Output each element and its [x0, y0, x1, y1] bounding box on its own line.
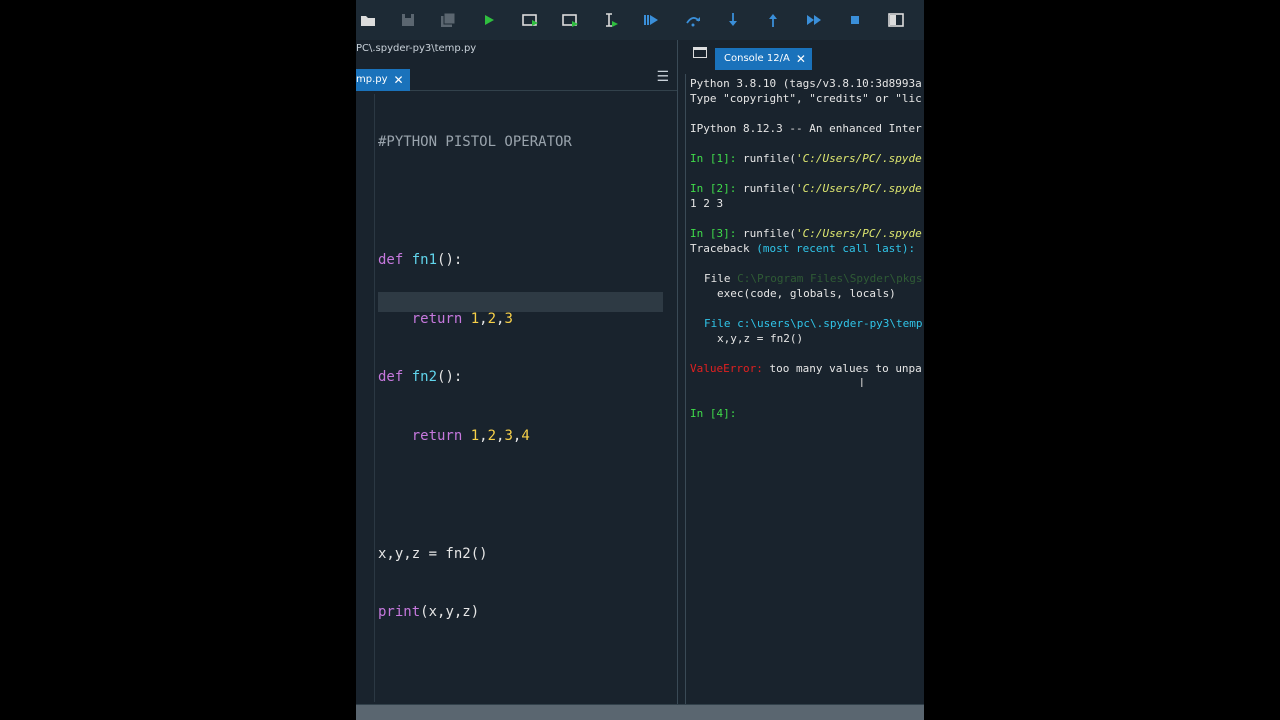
continue-icon[interactable]	[804, 10, 824, 30]
console-tab-label: Console 12/A	[724, 53, 790, 64]
console-output: 1 2 3	[690, 197, 724, 210]
code-line: def fn1():	[378, 251, 463, 268]
traceback-file-line: File C:\Program Files\Spyder\pkgs	[704, 271, 923, 286]
console-line: In [4]:	[690, 406, 736, 421]
ipython-console[interactable]: Python 3.8.10 (tags/v3.8.10:3d8993a Type…	[685, 74, 924, 704]
step-over-icon[interactable]	[683, 10, 703, 30]
close-icon[interactable]: ✕	[394, 69, 404, 91]
console-line: IPython 8.12.3 -- An enhanced Inter	[690, 122, 922, 135]
console-line: In [3]: runfile('C:/Users/PC/.spyde	[690, 226, 922, 241]
code-line: def fn2():	[378, 369, 463, 386]
debug-icon[interactable]	[641, 10, 661, 30]
editor-pane: PC\.spyder-py3\temp.py mp.py ✕ ☰ #PYTHON…	[356, 40, 677, 704]
file-label: File	[704, 272, 731, 285]
run-cell-advance-icon[interactable]	[560, 10, 580, 30]
code-text: #PYTHON PISTOL OPERATOR def fn1(): retur…	[378, 94, 572, 662]
stop-icon[interactable]	[845, 10, 865, 30]
code-line: #PYTHON PISTOL OPERATOR	[378, 134, 572, 151]
console-line: In [1]: runfile('C:/Users/PC/.spyde	[690, 151, 922, 166]
error-line: ValueError: too many values to unpa	[690, 361, 922, 376]
traceback-header: Traceback (most recent call last):	[690, 241, 915, 256]
command-arg: 'C:/Users/PC/.spyde	[795, 152, 922, 165]
command: runfile(	[742, 182, 796, 195]
editor-tab-bar: mp.py ✕ ☰	[356, 65, 677, 91]
traceback-code: exec(code, globals, locals)	[717, 287, 896, 300]
code-line: x,y,z = fn2()	[378, 545, 488, 562]
traceback-label: Traceback	[690, 242, 750, 255]
open-folder-icon[interactable]	[358, 10, 378, 30]
prompt: In [2]:	[690, 182, 737, 195]
console-pane: Console 12/A ✕ Python 3.8.10 (tags/v3.8.…	[685, 40, 924, 704]
run-icon[interactable]	[479, 10, 499, 30]
tab-label: mp.py	[356, 74, 388, 85]
error-message: too many values to unpa	[769, 362, 922, 375]
console-window-icon[interactable]	[693, 47, 707, 58]
code-editor[interactable]: #PYTHON PISTOL OPERATOR def fn1(): retur…	[374, 94, 676, 702]
traceback-code: x,y,z = fn2()	[717, 332, 804, 345]
command-arg: 'C:/Users/PC/.spyde	[795, 227, 922, 240]
close-icon[interactable]: ✕	[796, 48, 806, 70]
step-into-icon[interactable]	[723, 10, 743, 30]
text-cursor-icon: I	[860, 376, 864, 390]
main-toolbar	[356, 0, 924, 40]
step-return-icon[interactable]	[763, 10, 783, 30]
run-selection-icon[interactable]	[601, 10, 621, 30]
code-line: print(x,y,z)	[378, 604, 480, 621]
console-line: Type "copyright", "credits" or "lic	[690, 92, 922, 105]
file-path-link[interactable]: C:\Program Files\Spyder\pkgs	[737, 272, 922, 285]
status-bar	[356, 704, 924, 720]
options-menu-icon[interactable]: ☰	[656, 69, 669, 85]
command: runfile(	[742, 152, 796, 165]
code-line: return 1,2,3	[411, 310, 513, 327]
maximize-pane-icon[interactable]	[886, 10, 906, 30]
prompt: In [4]:	[690, 407, 737, 420]
run-cell-icon[interactable]	[520, 10, 540, 30]
command: runfile(	[742, 227, 796, 240]
code-line: return 1,2,3,4	[411, 428, 530, 445]
save-all-icon[interactable]	[438, 10, 458, 30]
traceback-detail: (most recent call last):	[756, 242, 916, 255]
traceback-file-link[interactable]: File c:\users\pc\.spyder-py3\temp	[704, 316, 923, 331]
console-line: In [2]: runfile('C:/Users/PC/.spyde	[690, 181, 922, 196]
error-name: ValueError:	[690, 362, 763, 375]
save-icon[interactable]	[398, 10, 418, 30]
prompt: In [3]:	[690, 227, 737, 240]
console-line: Python 3.8.10 (tags/v3.8.10:3d8993a	[690, 77, 922, 90]
file-path: PC\.spyder-py3\temp.py	[356, 43, 477, 54]
spyder-window: PC\.spyder-py3\temp.py mp.py ✕ ☰ #PYTHON…	[356, 0, 924, 720]
pane-splitter[interactable]	[677, 40, 685, 704]
command-arg: 'C:/Users/PC/.spyde	[795, 182, 922, 195]
prompt: In [1]:	[690, 152, 737, 165]
tab-temp-py[interactable]: mp.py ✕	[356, 69, 410, 91]
tab-console[interactable]: Console 12/A ✕	[715, 48, 812, 70]
